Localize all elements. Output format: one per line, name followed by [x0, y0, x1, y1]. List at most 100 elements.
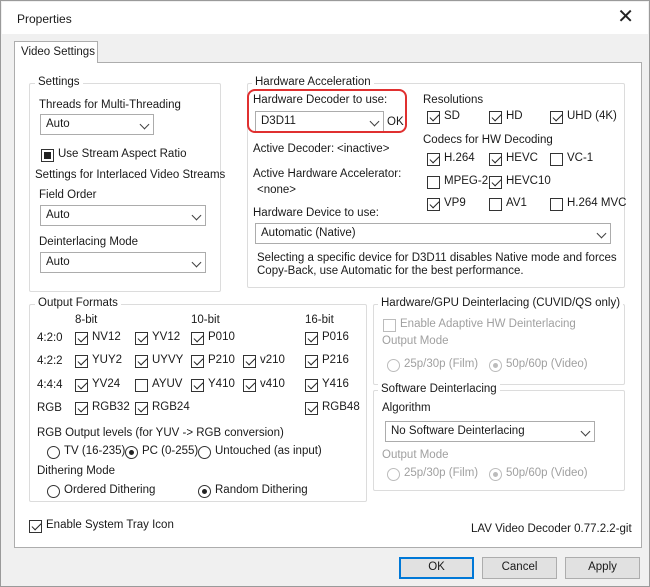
nv12-label: NV12 [92, 331, 121, 343]
close-icon[interactable]: ✕ [617, 7, 634, 27]
hw-device-select[interactable]: Automatic (Native) [255, 223, 611, 244]
sw-output-mode-label: Output Mode [382, 449, 449, 461]
device-note-line1: Selecting a specific device for D3D11 di… [257, 252, 617, 264]
apply-button[interactable]: Apply [565, 557, 640, 579]
check-icon [135, 332, 148, 345]
v210-label: v210 [260, 354, 285, 366]
adaptive-hw-deint-label: Enable Adaptive HW Deinterlacing [400, 318, 576, 330]
system-tray-label: Enable System Tray Icon [46, 519, 174, 531]
codec-vp9-label: VP9 [444, 197, 466, 209]
active-accel-label: Active Hardware Accelerator: [253, 168, 402, 180]
check-icon [29, 520, 42, 533]
check-icon [427, 198, 440, 211]
level-pc-label: PC (0-255) [142, 445, 199, 457]
threads-select[interactable]: Auto [40, 114, 154, 135]
radio-selected-icon [198, 485, 211, 498]
decoder-highlight-annotation [247, 89, 407, 133]
row-rgb-label: RGB [37, 402, 62, 414]
rgb32-label: RGB32 [92, 401, 130, 413]
active-accel-value: <none> [257, 184, 297, 196]
sw-deint-legend: Software Deinterlacing [378, 383, 500, 395]
title-bar: Properties ✕ [2, 2, 648, 34]
check-icon [75, 379, 88, 392]
output-formats-legend: Output Formats [35, 297, 121, 309]
empty-checkbox-icon [383, 319, 396, 332]
stream-aspect-label: Use Stream Aspect Ratio [58, 148, 187, 160]
codecs-label: Codecs for HW Decoding [423, 134, 553, 146]
check-icon [305, 355, 318, 368]
threads-value: Auto [46, 118, 70, 130]
check-icon [75, 402, 88, 415]
sw-mode-film-label: 25p/30p (Film) [404, 467, 479, 479]
radio-empty-icon [47, 485, 60, 498]
version-label: LAV Video Decoder 0.77.2.2-git [471, 523, 632, 535]
empty-checkbox-icon [427, 176, 440, 189]
p210-label: P210 [208, 354, 235, 366]
resolutions-label: Resolutions [423, 94, 484, 106]
check-icon [243, 355, 256, 368]
settings-legend: Settings [35, 76, 83, 88]
check-icon [305, 332, 318, 345]
yv24-label: YV24 [92, 378, 121, 390]
check-icon [191, 355, 204, 368]
codec-h264mvc-label: H.264 MVC [567, 197, 627, 209]
ok-button[interactable]: OK [399, 557, 474, 579]
res-sd-label: SD [444, 110, 460, 122]
empty-checkbox-icon [489, 198, 502, 211]
hw-mode-video-label: 50p/60p (Video) [506, 358, 588, 370]
window-title: Properties [17, 12, 72, 26]
sw-mode-video-label: 50p/60p (Video) [506, 467, 588, 479]
active-decoder-value: <inactive> [337, 143, 390, 155]
col-8bit-label: 8-bit [75, 314, 98, 326]
tab-pane: Settings Threads for Multi-Threading Aut… [14, 62, 642, 548]
check-icon [135, 402, 148, 415]
active-decoder-label: Active Decoder: [253, 143, 335, 155]
interlaced-label: Settings for Interlaced Video Streams [35, 169, 226, 181]
properties-dialog: Properties ✕ Video Settings Settings Thr… [0, 0, 650, 587]
check-icon [305, 379, 318, 392]
algorithm-label: Algorithm [382, 402, 431, 414]
hw-device-label: Hardware Device to use: [253, 207, 379, 219]
hw-mode-film-label: 25p/30p (Film) [404, 358, 479, 370]
codec-hevc-label: HEVC [506, 152, 538, 164]
ayuv-label: AYUV [152, 378, 183, 390]
empty-checkbox-icon [550, 153, 563, 166]
check-icon [489, 153, 502, 166]
hw-device-value: Automatic (Native) [261, 227, 356, 239]
check-icon [191, 379, 204, 392]
check-icon [427, 111, 440, 124]
chevron-down-icon [191, 210, 202, 221]
check-icon [191, 332, 204, 345]
chevron-down-icon [139, 119, 150, 130]
check-icon [75, 355, 88, 368]
radio-empty-icon [47, 446, 60, 459]
radio-empty-icon [387, 468, 400, 481]
codec-hevc10-label: HEVC10 [506, 175, 551, 187]
empty-checkbox-icon [550, 198, 563, 211]
checkbox-indeterminate-icon [41, 149, 54, 162]
deint-mode-label: Deinterlacing Mode [39, 236, 139, 248]
res-hd-label: HD [506, 110, 523, 122]
codec-h264-label: H.264 [444, 152, 475, 164]
field-order-value: Auto [46, 209, 70, 221]
y416-label: Y416 [322, 378, 349, 390]
chevron-down-icon [596, 228, 607, 239]
y410-label: Y410 [208, 378, 235, 390]
p016-label: P016 [322, 331, 349, 343]
uyvy-label: UYVY [152, 354, 184, 366]
hw-deint-legend: Hardware/GPU Deinterlacing (CUVID/QS onl… [378, 297, 624, 309]
check-icon [75, 332, 88, 345]
col-10bit-label: 10-bit [191, 314, 220, 326]
field-order-label: Field Order [39, 189, 97, 201]
empty-checkbox-icon [135, 379, 148, 392]
deint-mode-value: Auto [46, 256, 70, 268]
p216-label: P216 [322, 354, 349, 366]
radio-empty-icon [198, 446, 211, 459]
check-icon [489, 176, 502, 189]
level-tv-label: TV (16-235) [64, 445, 126, 457]
tab-video-settings[interactable]: Video Settings [14, 41, 98, 63]
field-order-select[interactable]: Auto [40, 205, 206, 226]
cancel-button[interactable]: Cancel [482, 557, 557, 579]
algorithm-select[interactable]: No Software Deinterlacing [385, 421, 595, 442]
deint-mode-select[interactable]: Auto [40, 252, 206, 273]
